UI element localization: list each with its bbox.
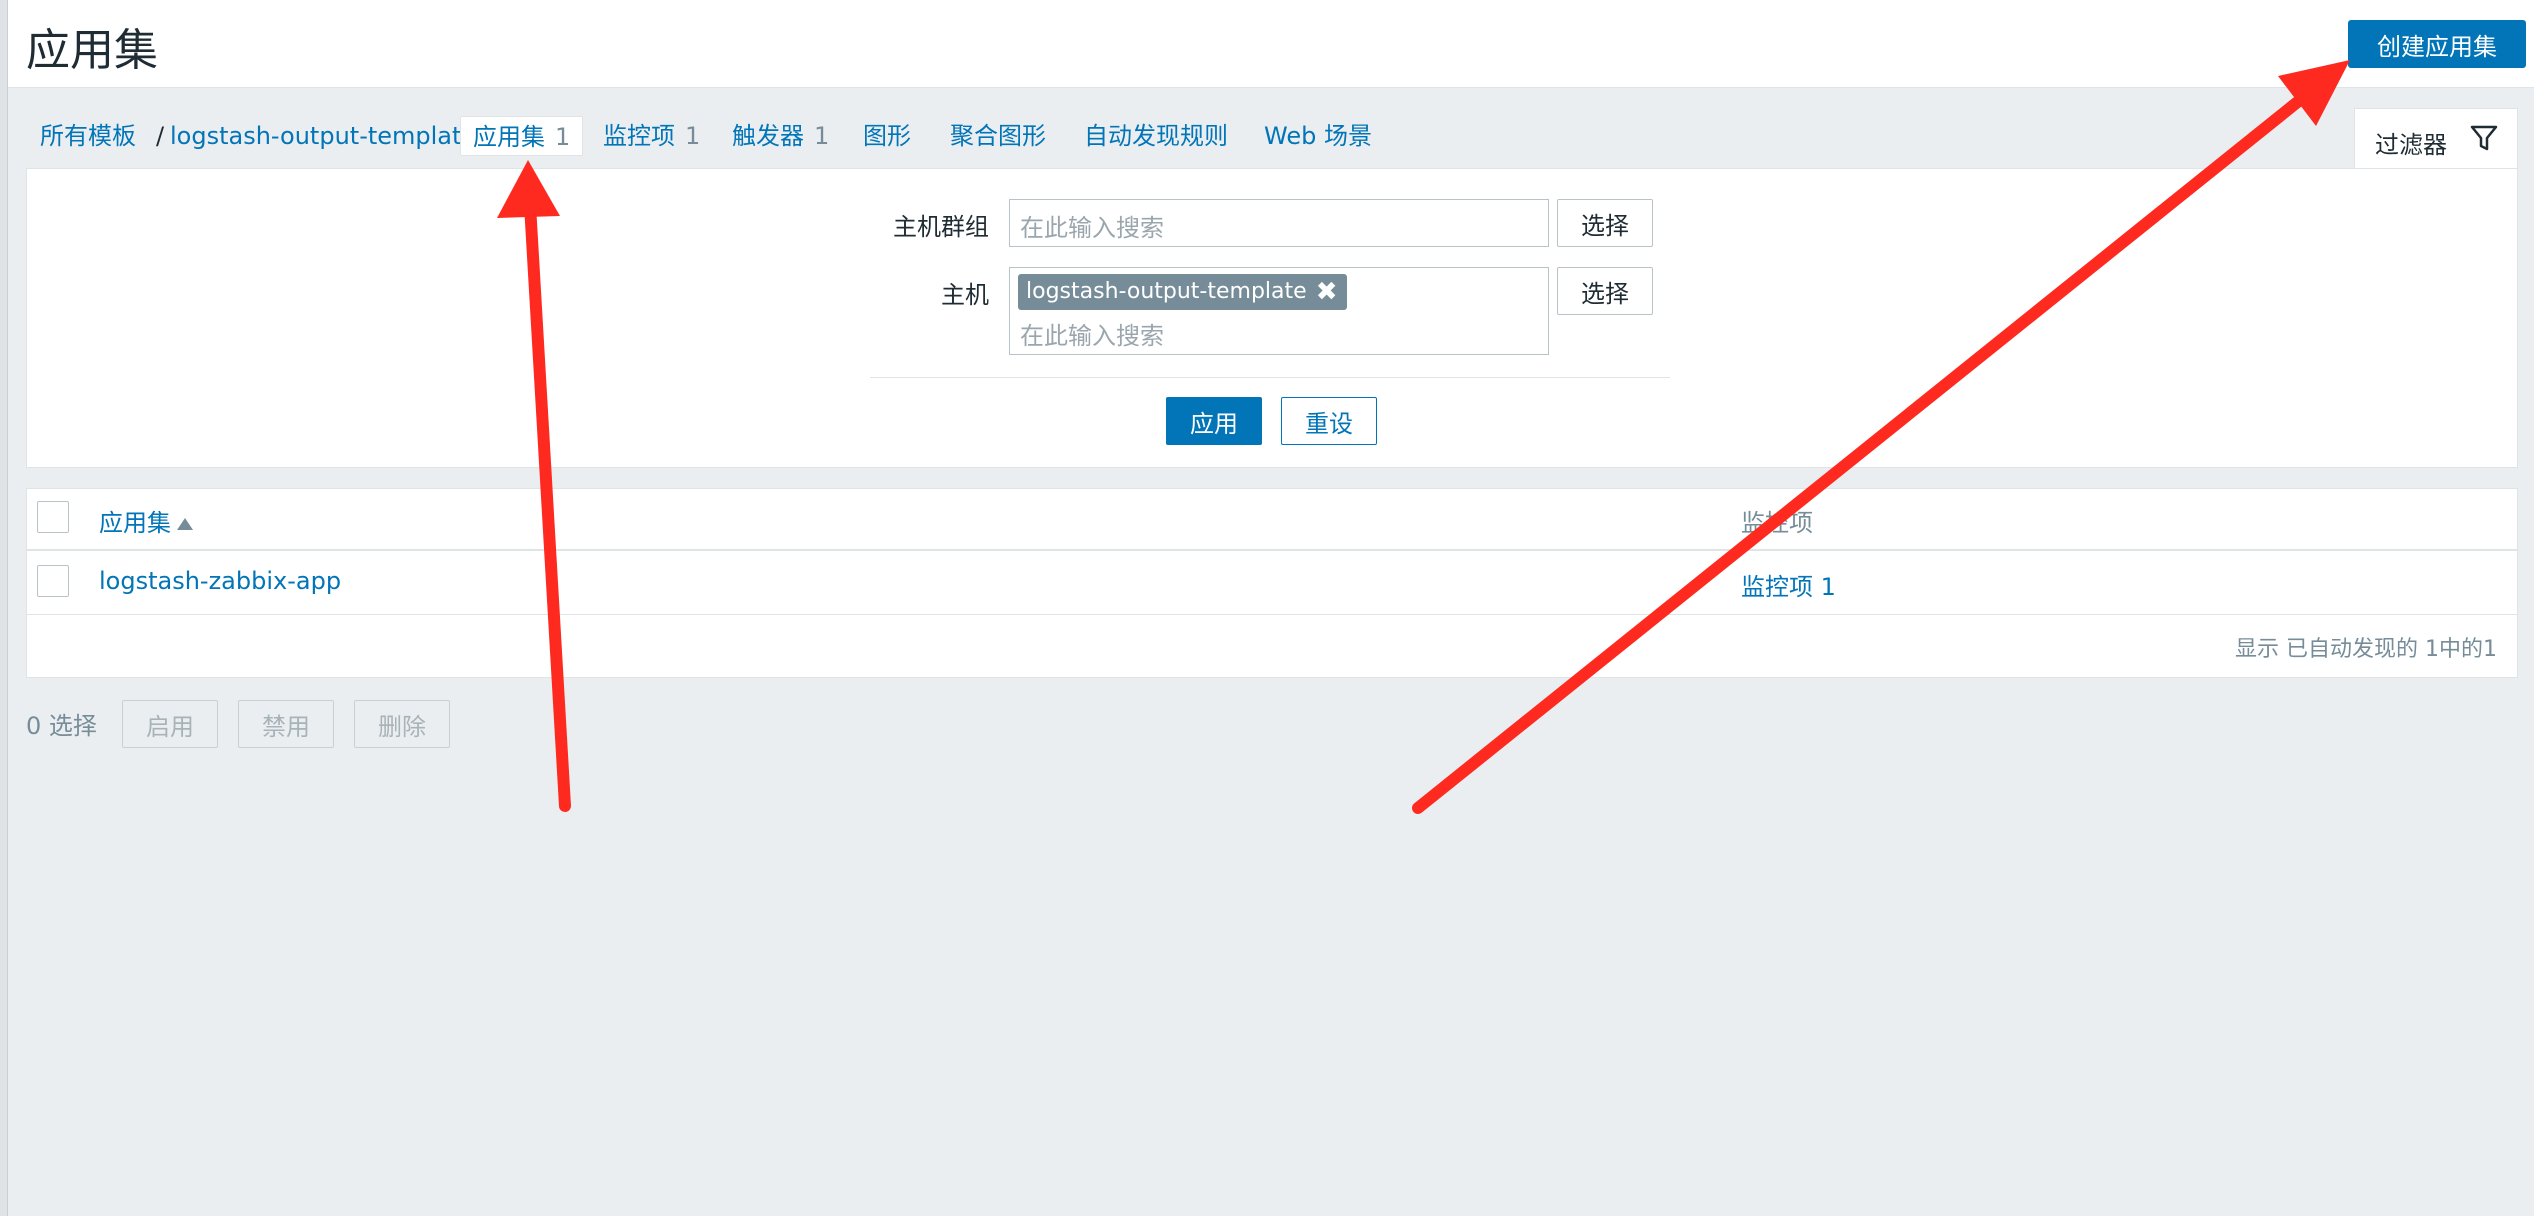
host-group-label: 主机群组 (893, 213, 989, 241)
tab-web-scenarios[interactable]: Web 场景 (1264, 116, 1372, 156)
table-row: logstash-zabbix-app 监控项 1 (27, 551, 2517, 615)
host-input[interactable]: logstash-output-template ✖ 在此输入搜索 (1009, 267, 1549, 355)
table-summary: 显示 已自动发现的 1中的1 (2235, 637, 2497, 662)
create-application-button[interactable]: 创建应用集 (2348, 20, 2526, 68)
tab-applications-label: 应用集 (473, 123, 545, 151)
apply-button[interactable]: 应用 (1166, 397, 1262, 445)
filter-icon (2470, 125, 2498, 151)
tab-graphs[interactable]: 图形 (863, 116, 911, 156)
disable-button[interactable]: 禁用 (238, 700, 334, 748)
filter-toggle[interactable]: 过滤器 (2354, 108, 2518, 170)
breadcrumb: 所有模板 / logstash-output-template 应用集 1 监控项… (8, 88, 2534, 168)
tab-items-label: 监控项 (603, 122, 675, 150)
tab-items[interactable]: 监控项 1 (603, 116, 700, 156)
host-group-input[interactable]: 在此输入搜索 (1009, 199, 1549, 247)
host-tag-label: logstash-output-template (1026, 279, 1307, 304)
page-header: 应用集 创建应用集 (8, 0, 2534, 88)
items-link[interactable]: 监控项 1 (1741, 567, 1836, 602)
items-header: 监控项 (1741, 509, 1813, 537)
breadcrumb-template[interactable]: logstash-output-template (170, 116, 476, 156)
application-link[interactable]: logstash-zabbix-app (99, 567, 341, 595)
applications-table: 应用集 监控项 logstash-zabbix-app 监控项 1 显示 已自动… (26, 488, 2518, 678)
left-edge (0, 0, 8, 1216)
tab-screens[interactable]: 聚合图形 (950, 116, 1046, 156)
selected-count: 0 选择 (26, 712, 97, 740)
tab-applications[interactable]: 应用集 1 (460, 116, 584, 156)
reset-button[interactable]: 重设 (1281, 397, 1377, 445)
breadcrumb-separator: / (156, 122, 165, 150)
host-label: 主机 (941, 281, 989, 309)
filter-panel: 主机群组 在此输入搜索 选择 主机 logstash-output-templa… (26, 168, 2518, 468)
host-placeholder: 在此输入搜索 (1020, 322, 1164, 350)
host-tag: logstash-output-template ✖ (1018, 274, 1347, 310)
table-header: 应用集 监控项 (27, 489, 2517, 551)
tab-triggers-label: 触发器 (732, 122, 804, 150)
host-select-button[interactable]: 选择 (1557, 267, 1653, 315)
tab-discovery-rules[interactable]: 自动发现规则 (1084, 116, 1228, 156)
tab-items-count: 1 (685, 122, 701, 150)
host-group-select-button[interactable]: 选择 (1557, 199, 1653, 247)
sort-asc-icon (177, 518, 193, 530)
filter-label: 过滤器 (2375, 131, 2447, 159)
tab-triggers-count: 1 (814, 122, 830, 150)
sort-application-header[interactable]: 应用集 (99, 503, 193, 538)
tab-applications-count: 1 (555, 123, 571, 151)
breadcrumb-all-templates[interactable]: 所有模板 (40, 116, 136, 156)
row-checkbox[interactable] (37, 565, 69, 597)
page-title: 应用集 (26, 25, 158, 76)
application-header-label: 应用集 (99, 509, 171, 537)
filter-divider (870, 377, 1670, 378)
tab-triggers[interactable]: 触发器 1 (732, 116, 829, 156)
remove-tag-icon[interactable]: ✖ (1313, 274, 1341, 310)
host-group-placeholder: 在此输入搜索 (1020, 214, 1164, 242)
select-all-checkbox[interactable] (37, 501, 69, 533)
delete-button[interactable]: 删除 (354, 700, 450, 748)
enable-button[interactable]: 启用 (122, 700, 218, 748)
